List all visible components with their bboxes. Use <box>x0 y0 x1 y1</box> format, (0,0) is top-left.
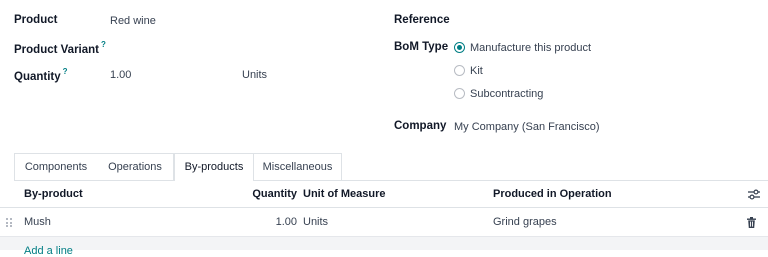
company-label: Company <box>394 120 447 132</box>
sliders-icon[interactable] <box>748 189 760 200</box>
cell-uom[interactable]: Units <box>303 216 328 228</box>
radio-kit-label[interactable]: Kit <box>470 65 483 77</box>
tab-by-products[interactable]: By-products <box>174 153 254 181</box>
tab-miscellaneous[interactable]: Miscellaneous <box>254 153 342 180</box>
radio-manufacture-label[interactable]: Manufacture this product <box>470 42 591 54</box>
radio-subcontracting-label[interactable]: Subcontracting <box>470 88 543 100</box>
product-variant-label: Product Variant? <box>14 40 106 56</box>
radio-kit[interactable] <box>454 65 465 76</box>
column-quantity[interactable]: Quantity <box>252 188 297 200</box>
table-header: By-product Quantity Unit of Measure Prod… <box>0 181 768 208</box>
cell-quantity[interactable]: 1.00 <box>276 216 297 228</box>
add-line-row[interactable]: Add a line <box>0 237 768 257</box>
quantity-uom[interactable]: Units <box>242 69 267 81</box>
radio-subcontracting[interactable] <box>454 88 465 99</box>
help-icon[interactable]: ? <box>63 67 68 76</box>
tab-components[interactable]: Components <box>14 153 98 180</box>
column-uom[interactable]: Unit of Measure <box>303 188 386 200</box>
column-operation[interactable]: Produced in Operation <box>493 188 612 200</box>
quantity-input[interactable]: 1.00 <box>110 69 131 81</box>
product-variant-field[interactable] <box>110 40 270 54</box>
company-value[interactable]: My Company (San Francisco) <box>454 121 600 133</box>
reference-input[interactable] <box>454 15 654 29</box>
trash-icon[interactable] <box>747 217 756 228</box>
cell-by-product[interactable]: Mush <box>24 216 51 228</box>
tab-operations[interactable]: Operations <box>97 153 174 180</box>
table-row[interactable]: Mush 1.00 Units Grind grapes <box>0 208 768 237</box>
radio-manufacture[interactable] <box>454 42 465 53</box>
quantity-label: Quantity? <box>14 67 68 83</box>
reference-label: Reference <box>394 14 450 26</box>
bom-type-label: BoM Type <box>394 41 449 53</box>
product-label: Product <box>14 14 58 26</box>
product-value[interactable]: Red wine <box>110 15 156 27</box>
help-icon[interactable]: ? <box>101 40 106 49</box>
product-variant-label-text: Product Variant <box>14 43 99 56</box>
column-by-product[interactable]: By-product <box>24 188 83 200</box>
quantity-label-text: Quantity <box>14 70 61 83</box>
add-line-link[interactable]: Add a line <box>24 245 73 257</box>
cell-operation[interactable]: Grind grapes <box>493 216 557 228</box>
drag-handle-icon[interactable] <box>6 218 12 227</box>
